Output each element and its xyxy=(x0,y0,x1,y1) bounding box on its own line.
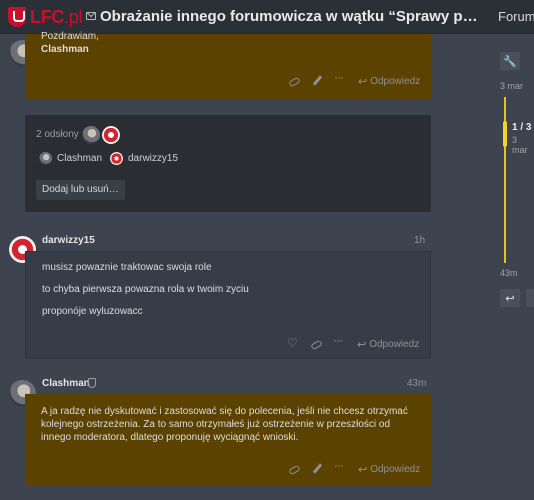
more-icon[interactable] xyxy=(333,333,344,349)
post-clashman-body: A ja radzę nie dyskutować i zastosować s… xyxy=(25,394,431,486)
site-header: LFC.pl Obrażanie innego forumowicza w wą… xyxy=(0,0,534,34)
reply-icon: ↩ xyxy=(358,463,368,476)
wrench-icon: 🔧 xyxy=(503,55,517,68)
post-username[interactable]: darwizzy15 xyxy=(42,235,95,246)
timeline-more-button[interactable] xyxy=(526,289,534,307)
lfc-logo-icon[interactable] xyxy=(8,7,26,27)
post-time[interactable]: 43m xyxy=(407,378,426,389)
more-icon[interactable] xyxy=(334,458,345,474)
post-username[interactable]: Clashman xyxy=(42,378,90,389)
site-logo[interactable]: LFC.pl xyxy=(30,7,83,28)
post-time[interactable]: 1h xyxy=(414,235,425,246)
topic-title[interactable]: Obrażanie innego forumowicza w wątku “Sp… xyxy=(100,8,480,25)
like-icon[interactable] xyxy=(287,336,298,350)
link-icon[interactable] xyxy=(289,76,299,86)
post-actions: ↩Odpowiedz xyxy=(287,333,419,352)
envelope-icon xyxy=(86,12,96,20)
timeline-date-bottom[interactable]: 43m xyxy=(500,268,518,278)
reply-icon: ↩ xyxy=(358,75,368,88)
reply-button[interactable]: ↩ Odpowiedz xyxy=(357,338,419,351)
user-chip[interactable]: Clashman xyxy=(39,151,102,166)
reply-icon: ↩ xyxy=(357,338,367,351)
views-count: 2 odsłony xyxy=(36,129,79,140)
reply-button[interactable]: ↩ Odpowiedz xyxy=(358,463,420,476)
avatar xyxy=(110,152,123,165)
edit-icon[interactable] xyxy=(312,76,322,86)
nav-forum-link[interactable]: Forum xyxy=(498,9,534,24)
post-text: A ja radzę nie dyskutować i zastosować s… xyxy=(41,406,408,443)
link-icon[interactable] xyxy=(289,464,299,474)
post-signoff: Pozdrawiam, xyxy=(41,31,99,42)
timeline-reply-button[interactable]: ↩ xyxy=(500,289,520,307)
post-line: proponóje wyluzowacc xyxy=(42,306,143,317)
add-remove-button[interactable]: Dodaj lub usuń… xyxy=(36,180,125,200)
post-darwizzy-body: musisz powaznie traktowac swoja role to … xyxy=(25,251,431,359)
shield-icon xyxy=(88,378,96,388)
avatar[interactable] xyxy=(102,126,120,144)
timeline-handle[interactable] xyxy=(503,121,507,147)
post-actions: ↩Odpowiedz xyxy=(289,458,420,477)
post-top-body: Pozdrawiam, Clashman ↩Odpowiedz xyxy=(25,31,431,99)
timeline-counter: 1 / 3 xyxy=(512,122,532,133)
timeline-date-top[interactable]: 3 mar xyxy=(500,81,523,91)
timeline-counter-date: 3 mar xyxy=(512,135,528,155)
post-actions: ↩Odpowiedz xyxy=(289,70,420,89)
avatar[interactable] xyxy=(82,126,100,144)
edit-icon[interactable] xyxy=(312,464,322,474)
avatar xyxy=(39,152,52,165)
post-line: to chyba pierwsza powazna rola w twoim z… xyxy=(42,284,249,295)
admin-wrench-button[interactable]: 🔧 xyxy=(500,52,520,70)
link-icon[interactable] xyxy=(311,339,321,349)
reply-button[interactable]: ↩ Odpowiedz xyxy=(358,75,420,88)
user-chip[interactable]: darwizzy15 xyxy=(110,151,178,166)
reply-icon: ↩ xyxy=(505,292,515,305)
post-line: musisz powaznie traktowac swoja role xyxy=(42,262,212,273)
more-icon[interactable] xyxy=(334,70,345,86)
whisper-views-box: 2 odsłony Clashman darwizzy15 Dodaj lub … xyxy=(25,115,431,212)
post-signature: Clashman xyxy=(41,44,89,55)
